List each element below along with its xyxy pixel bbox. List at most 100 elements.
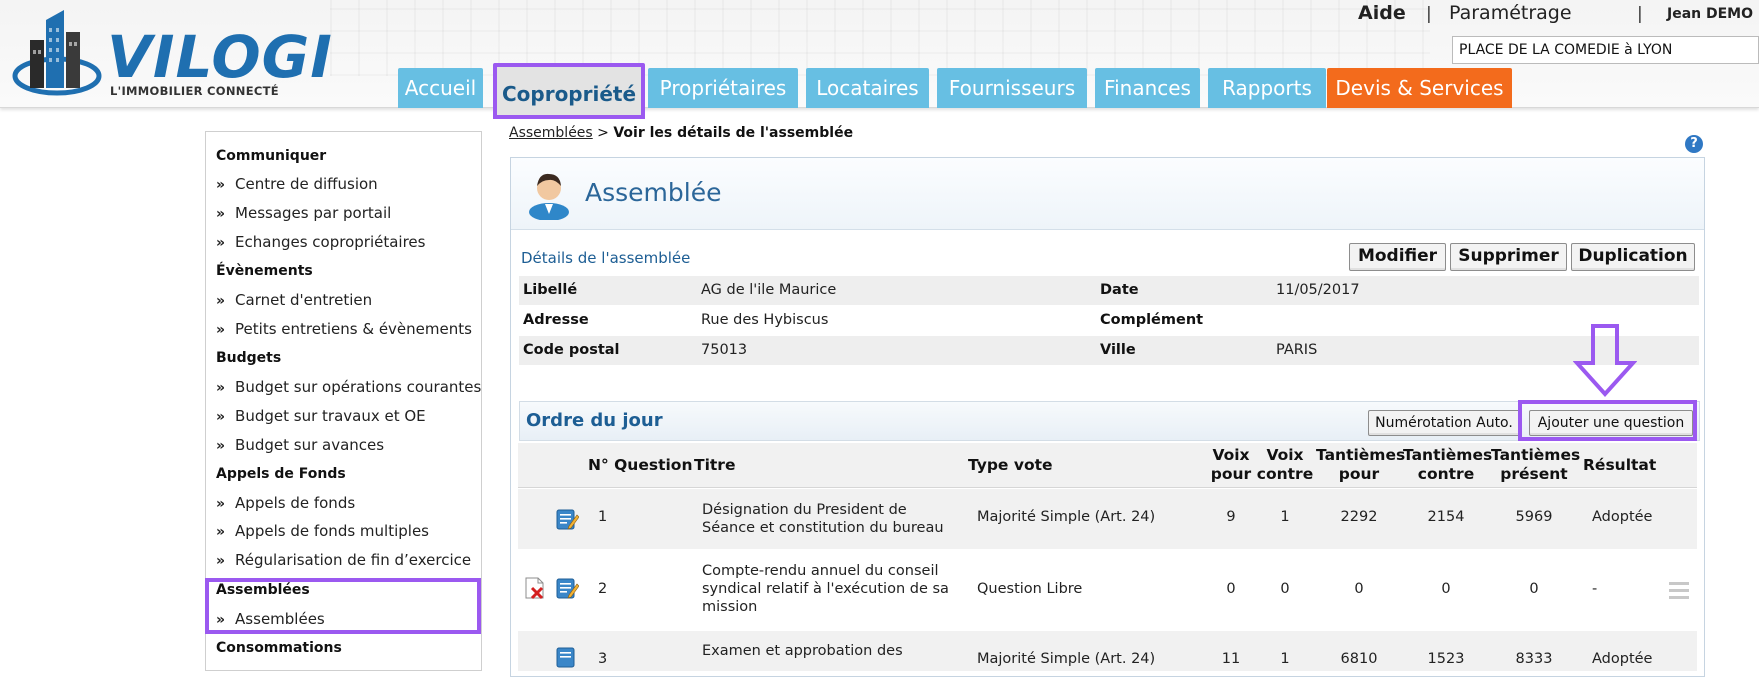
edit-icon[interactable] <box>555 576 579 600</box>
help-icon[interactable]: ? <box>1685 135 1703 153</box>
sidebar-item-label: Centre de diffusion <box>235 175 378 193</box>
agenda-title: Ordre du jour <box>526 410 663 431</box>
table-row: 3 Examen et approbation des Majorité Sim… <box>518 631 1697 671</box>
breadcrumb-link-assemblees[interactable]: Assemblées <box>509 125 593 141</box>
chevron-right-icon: » <box>216 293 226 309</box>
help-link[interactable]: Aide <box>1358 2 1406 24</box>
vote-type: Majorité Simple (Art. 24) <box>977 509 1156 525</box>
vilogi-logo[interactable]: VILOGI L'IMMOBILIER CONNECTÉ <box>12 10 332 105</box>
sidebar-item-label: Carnet d'entretien <box>235 291 373 309</box>
delete-icon[interactable] <box>524 576 546 600</box>
question-title[interactable]: Examen et approbation des <box>702 642 952 660</box>
question-title[interactable]: Compte-rendu annuel du conseil syndical … <box>702 562 952 616</box>
sidebar-item-messages-portail[interactable]: » Messages par portail <box>216 204 391 222</box>
chevron-right-icon: » <box>216 524 226 540</box>
sidebar-item-budget-travaux[interactable]: » Budget sur travaux et OE <box>216 407 426 425</box>
drag-handle-icon[interactable] <box>1669 580 1689 600</box>
question-number: 3 <box>598 651 608 667</box>
column-header-shares-present[interactable]: Tantièmes présent <box>1491 446 1581 484</box>
sidebar-item-carnet-entretien[interactable]: » Carnet d'entretien <box>216 291 372 309</box>
panel-header: Assemblée <box>511 158 1704 230</box>
sidebar-item-label: Budget sur avances <box>235 436 385 454</box>
chevron-right-icon: » <box>216 235 226 251</box>
column-header-line: pour <box>1338 465 1380 483</box>
sidebar-item-budget-courantes[interactable]: » Budget sur opérations courantes <box>216 378 481 396</box>
tab-devis-services[interactable]: Devis & Services <box>1327 68 1512 108</box>
question-number: 2 <box>598 581 608 597</box>
votes-against: 1 <box>1280 651 1290 667</box>
sidebar-item-centre-diffusion[interactable]: » Centre de diffusion <box>216 175 378 193</box>
sidebar-item-budget-avances[interactable]: » Budget sur avances <box>216 436 384 454</box>
edit-icon[interactable] <box>555 645 579 669</box>
sidebar-item-label: Echanges copropriétaires <box>235 233 426 251</box>
person-icon <box>529 173 569 220</box>
shares-present: 8333 <box>1515 651 1553 667</box>
column-header-title[interactable]: Titre <box>694 456 735 475</box>
sidebar-item-petits-entretiens[interactable]: » Petits entretiens & évènements <box>216 320 472 338</box>
sidebar-section-evenements: Évènements <box>216 263 313 279</box>
chevron-right-icon: » <box>216 438 226 454</box>
sidebar-item-label: Budget sur opérations courantes <box>235 378 482 396</box>
detail-label: Complément <box>1100 312 1204 328</box>
sidebar-item-echanges[interactable]: » Echanges copropriétaires <box>216 233 425 251</box>
tab-finances[interactable]: Finances <box>1095 68 1200 108</box>
shares-against: 0 <box>1441 581 1451 597</box>
tab-copropriete[interactable]: Copropriété <box>493 63 645 119</box>
detail-value: 75013 <box>701 342 748 358</box>
detail-value: 11/05/2017 <box>1276 282 1360 298</box>
breadcrumb-separator: > <box>597 125 609 141</box>
tab-rapports[interactable]: Rapports <box>1208 68 1326 108</box>
column-header-line: présent <box>1500 465 1568 483</box>
delete-button[interactable]: Supprimer <box>1450 243 1567 271</box>
sidebar-item-label: Appels de fonds multiples <box>235 522 429 540</box>
column-header-shares-against[interactable]: Tantièmes contre <box>1403 446 1493 484</box>
sidebar-item-label: Budget sur travaux et OE <box>235 407 426 425</box>
sidebar-item-regularisation[interactable]: » Régularisation de fin d’exercice <box>216 551 471 569</box>
tab-proprietaires[interactable]: Propriétaires <box>648 68 798 108</box>
breadcrumb-current: Voir les détails de l'assemblée <box>613 125 854 141</box>
details-section-label: Détails de l'assemblée <box>521 249 691 267</box>
column-header-votes-against[interactable]: Voix contre <box>1255 446 1315 484</box>
edit-icon[interactable] <box>555 507 579 531</box>
tab-fournisseurs[interactable]: Fournisseurs <box>937 68 1087 108</box>
chevron-right-icon: » <box>216 177 226 193</box>
detail-label: Date <box>1100 282 1139 298</box>
chevron-right-icon: » <box>216 380 226 396</box>
sidebar-section-budgets: Budgets <box>216 350 282 366</box>
shares-against: 1523 <box>1427 651 1465 667</box>
duplicate-button[interactable]: Duplication <box>1571 243 1695 271</box>
sidebar-item-appels-fonds-multiples[interactable]: » Appels de fonds multiples <box>216 522 429 540</box>
tab-accueil[interactable]: Accueil <box>398 68 483 108</box>
sidebar-section-consommations: Consommations <box>216 640 342 656</box>
property-selector[interactable]: PLACE DE LA COMEDIE à LYON <box>1452 36 1759 64</box>
shares-against: 2154 <box>1427 509 1465 525</box>
sidebar-item-label: Messages par portail <box>235 204 392 222</box>
highlight-box-add-question <box>1518 400 1697 441</box>
logo-wordmark: VILOGI <box>107 23 333 91</box>
top-links: Aide | Paramétrage | Jean DEMO <box>1339 2 1759 26</box>
sidebar-item-appels-fonds[interactable]: » Appels de fonds <box>216 494 355 512</box>
link-separator: | <box>1426 4 1432 24</box>
question-title[interactable]: Désignation du President de Séance et co… <box>702 501 952 537</box>
column-header-line: Tantièmes <box>1403 446 1493 464</box>
column-header-result[interactable]: Résultat <box>1583 456 1656 475</box>
column-header-vote-type[interactable]: Type vote <box>968 456 1053 475</box>
column-header-number[interactable]: N° Question <box>588 456 692 475</box>
user-name[interactable]: Jean DEMO <box>1667 6 1753 22</box>
edit-button[interactable]: Modifier <box>1349 243 1446 271</box>
chevron-right-icon: » <box>216 409 226 425</box>
column-header-line: Voix <box>1212 446 1250 464</box>
column-header-line: pour <box>1210 465 1252 483</box>
settings-link[interactable]: Paramétrage <box>1449 2 1572 24</box>
highlight-box-assemblees <box>205 578 481 634</box>
tab-locataires[interactable]: Locataires <box>806 68 929 108</box>
column-header-votes-for[interactable]: Voix pour <box>1206 446 1256 484</box>
auto-number-button[interactable]: Numérotation Auto. <box>1368 410 1520 436</box>
shares-present: 5969 <box>1515 509 1553 525</box>
column-header-shares-for[interactable]: Tantièmes pour <box>1316 446 1405 484</box>
detail-row: Adresse Rue des Hybiscus Complément <box>519 306 1699 335</box>
votes-for: 11 <box>1221 651 1241 667</box>
column-header-line: Tantièmes <box>1491 446 1581 464</box>
breadcrumb: Assemblées > Voir les détails de l'assem… <box>509 125 853 141</box>
column-header-line: contre <box>1256 465 1314 483</box>
